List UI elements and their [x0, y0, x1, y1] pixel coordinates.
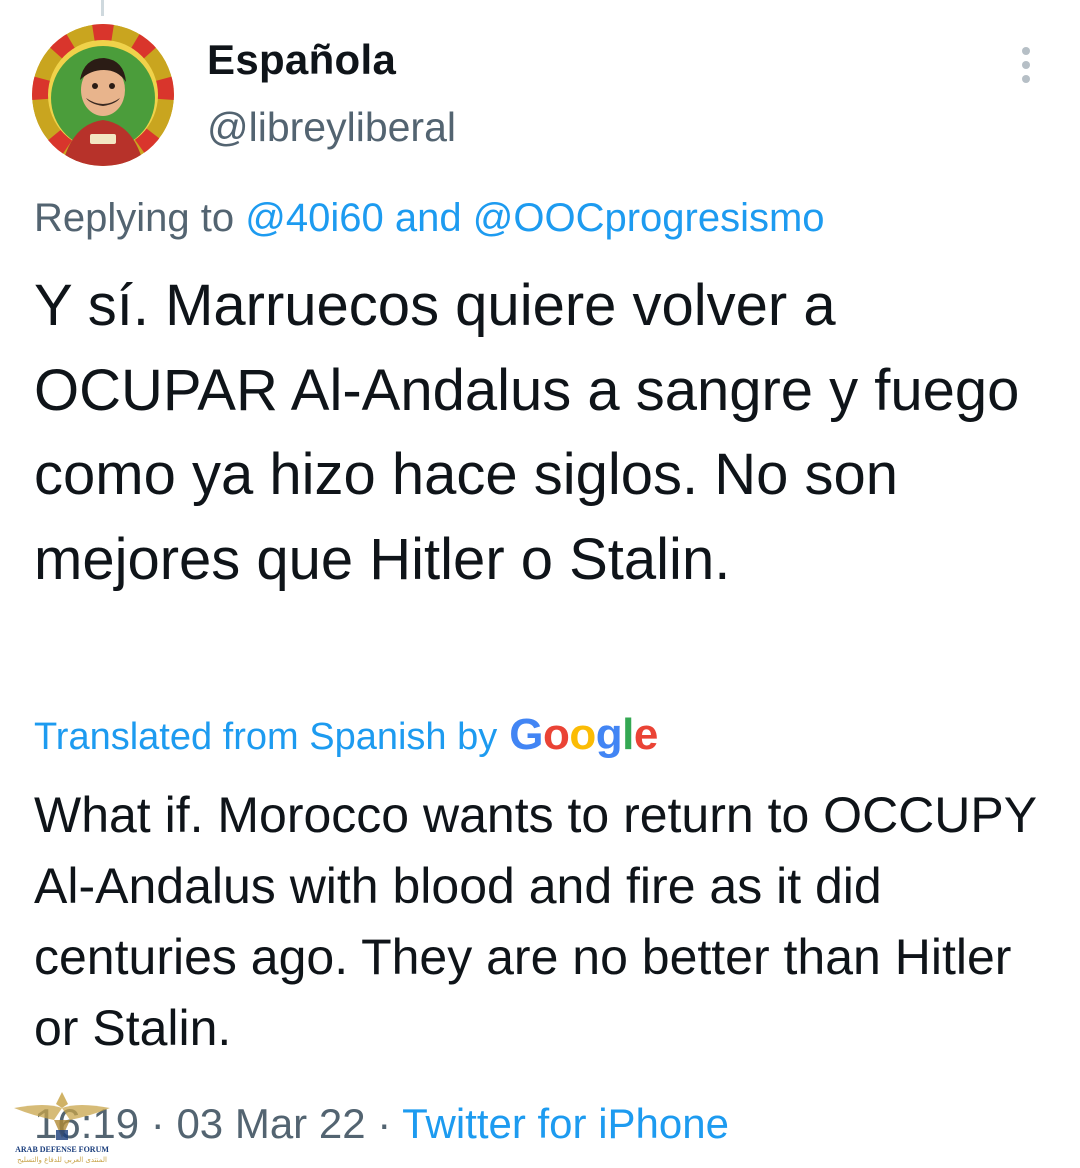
- display-name[interactable]: Española: [207, 36, 396, 84]
- watermark-line-2: المنتدى العربي للدفاع والتسليح: [17, 1156, 107, 1164]
- replying-to-line: Replying to @40i60 and @OOCprogresismo: [34, 196, 825, 241]
- replying-prefix: Replying to: [34, 196, 235, 240]
- translation-label[interactable]: Translated from Spanish by: [34, 716, 497, 759]
- mention-link-40i60[interactable]: @40i60: [245, 196, 383, 240]
- more-vertical-icon: [1022, 47, 1030, 83]
- user-handle[interactable]: @libreyliberal: [207, 104, 456, 151]
- tweet-text: Y sí. Marruecos quiere volver a OCUPAR A…: [34, 273, 1020, 592]
- watermark-line-1: ARAB DEFENSE FORUM: [15, 1145, 109, 1154]
- replying-and: and: [394, 196, 462, 240]
- thread-connector-line: [101, 0, 104, 16]
- meta-separator: ·: [150, 1100, 165, 1147]
- translation-attribution: Translated from Spanish by Google: [34, 710, 658, 760]
- profile-avatar[interactable]: [32, 24, 174, 166]
- tweet-source-link[interactable]: Twitter for iPhone: [402, 1100, 729, 1147]
- google-logo: Google: [509, 710, 658, 759]
- tweet-date[interactable]: 03 Mar 22: [176, 1100, 365, 1147]
- translated-tweet-text: What if. Morocco wants to return to OCCU…: [34, 787, 1037, 1056]
- tweet-metadata: 16:19 · 03 Mar 22 · Twitter for iPhone: [34, 1100, 729, 1148]
- more-options-button[interactable]: [1006, 40, 1046, 90]
- forum-watermark-logo: ARAB DEFENSE FORUM المنتدى العربي للدفاع…: [6, 1086, 118, 1166]
- avatar-image: [32, 24, 174, 166]
- meta-separator: ·: [377, 1100, 392, 1147]
- eagle-watermark-icon: ARAB DEFENSE FORUM المنتدى العربي للدفاع…: [14, 1092, 110, 1164]
- mention-link-oocprogresismo[interactable]: @OOCprogresismo: [473, 196, 825, 240]
